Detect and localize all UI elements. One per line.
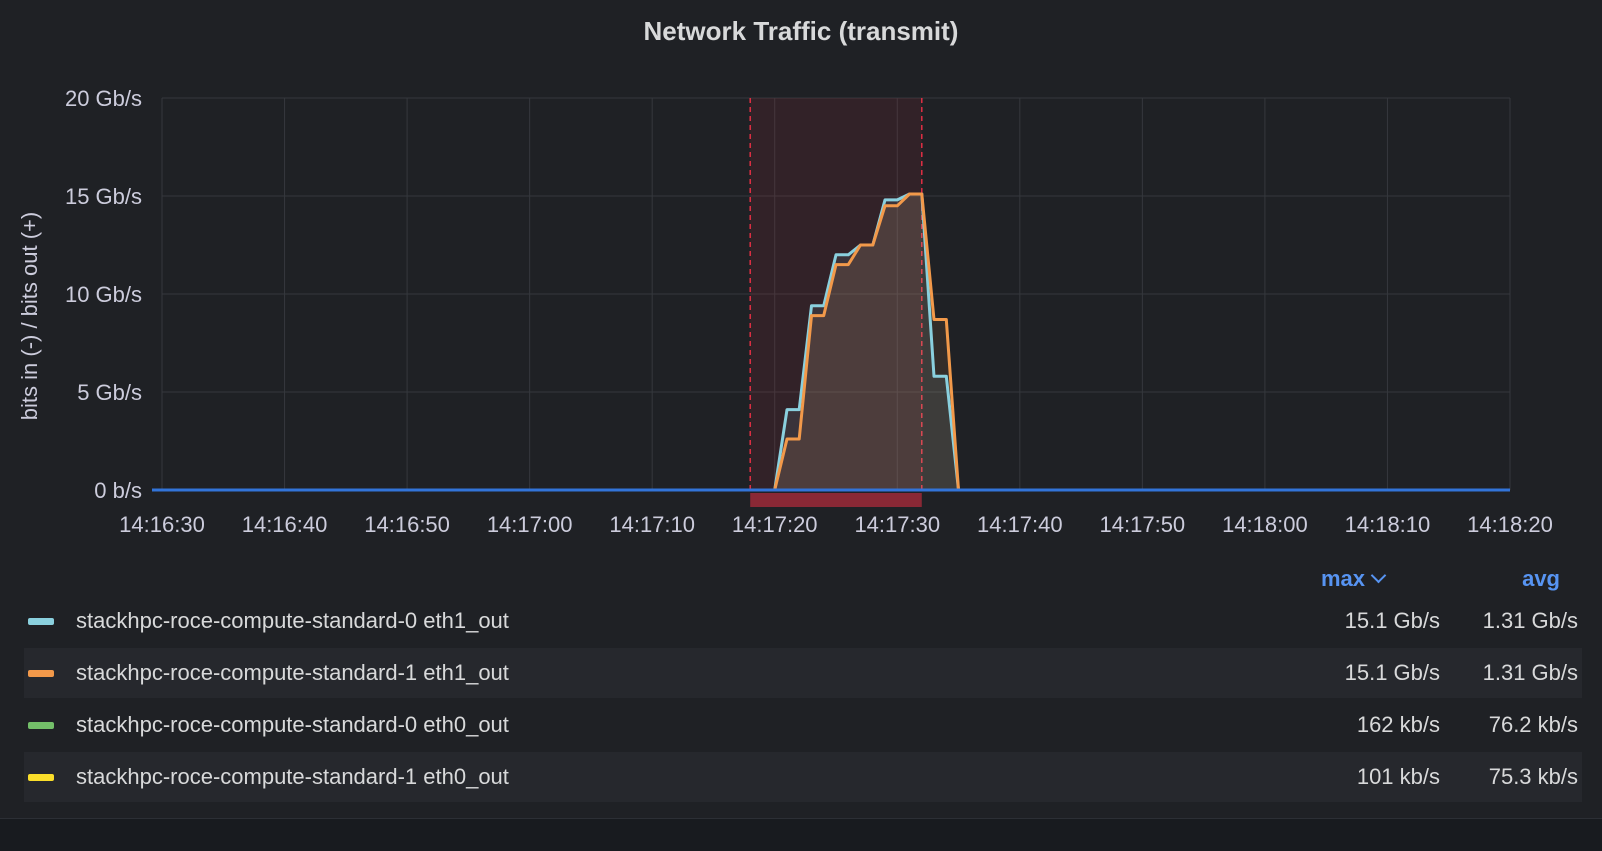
legend-series-name[interactable]: stackhpc-roce-compute-standard-1 eth0_ou… [76, 764, 509, 790]
chart[interactable]: 0 b/s 5 Gb/s 10 Gb/s 15 Gb/s 20 Gb/s 14:16:3… [0, 0, 1602, 560]
legend-max-value: 101 kb/s [1356, 764, 1440, 789]
legend-row[interactable]: stackhpc-roce-compute-standard-0 eth0_ou… [24, 700, 1582, 750]
y-tick-label: 10 Gb/s [65, 282, 142, 307]
legend-series-name[interactable]: stackhpc-roce-compute-standard-0 eth1_ou… [76, 608, 509, 634]
x-tick-label: 14:17:10 [609, 512, 695, 537]
legend-avg-value: 75.3 kb/s [1488, 764, 1578, 789]
legend-avg-value: 1.31 Gb/s [1482, 660, 1578, 685]
x-tick-label: 14:17:20 [732, 512, 818, 537]
legend-row[interactable]: stackhpc-roce-compute-standard-1 eth0_ou… [24, 752, 1582, 802]
legend-series-name[interactable]: stackhpc-roce-compute-standard-0 eth0_ou… [76, 712, 509, 738]
legend-max-value: 15.1 Gb/s [1344, 660, 1440, 685]
x-tick-label: 14:17:30 [854, 512, 940, 537]
legend-max-value: 162 kb/s [1356, 712, 1440, 737]
x-tick-label: 14:18:10 [1345, 512, 1431, 537]
x-tick-label: 14:18:20 [1467, 512, 1553, 537]
x-tick-label: 14:16:50 [364, 512, 450, 537]
legend-series-name[interactable]: stackhpc-roce-compute-standard-1 eth1_ou… [76, 660, 509, 686]
series-color-swatch[interactable] [28, 618, 54, 625]
max-column-label: max [1320, 566, 1365, 591]
x-tick-label: 14:18:00 [1222, 512, 1308, 537]
legend-row[interactable]: stackhpc-roce-compute-standard-1 eth1_ou… [24, 648, 1582, 698]
legend-row[interactable]: stackhpc-roce-compute-standard-0 eth1_ou… [24, 596, 1582, 646]
legend-max-value: 15.1 Gb/s [1344, 608, 1440, 633]
x-tick-label: 14:17:00 [487, 512, 573, 537]
max-column-header[interactable]: max [1320, 566, 1387, 592]
series-color-swatch[interactable] [28, 670, 54, 677]
legend-avg-value: 76.2 kb/s [1488, 712, 1578, 737]
x-axis-ticks: 14:16:30 14:16:40 14:16:50 14:17:00 14:17:10… [119, 512, 1553, 537]
y-tick-label: 20 Gb/s [65, 86, 142, 111]
x-tick-label: 14:17:40 [977, 512, 1063, 537]
series-color-swatch[interactable] [28, 722, 54, 729]
legend-header: max avg [0, 560, 1602, 596]
x-tick-label: 14:16:40 [242, 512, 328, 537]
y-tick-label: 0 b/s [94, 478, 142, 503]
chevron-down-icon [1370, 567, 1387, 584]
graph-panel: Network Traffic (transmit) 0 b/s 5 Gb/s 10… [0, 0, 1602, 819]
legend-avg-value: 1.31 Gb/s [1482, 608, 1578, 633]
y-tick-label: 5 Gb/s [77, 380, 142, 405]
y-tick-label: 15 Gb/s [65, 184, 142, 209]
avg-column-header[interactable]: avg [1522, 566, 1560, 592]
series-color-swatch[interactable] [28, 774, 54, 781]
y-axis-label: bits in (-) / bits out (+) [17, 212, 42, 420]
annotation-marker [750, 493, 922, 507]
x-tick-label: 14:16:30 [119, 512, 205, 537]
x-tick-label: 14:17:50 [1100, 512, 1186, 537]
y-axis-ticks: 0 b/s 5 Gb/s 10 Gb/s 15 Gb/s 20 Gb/s [65, 86, 142, 503]
